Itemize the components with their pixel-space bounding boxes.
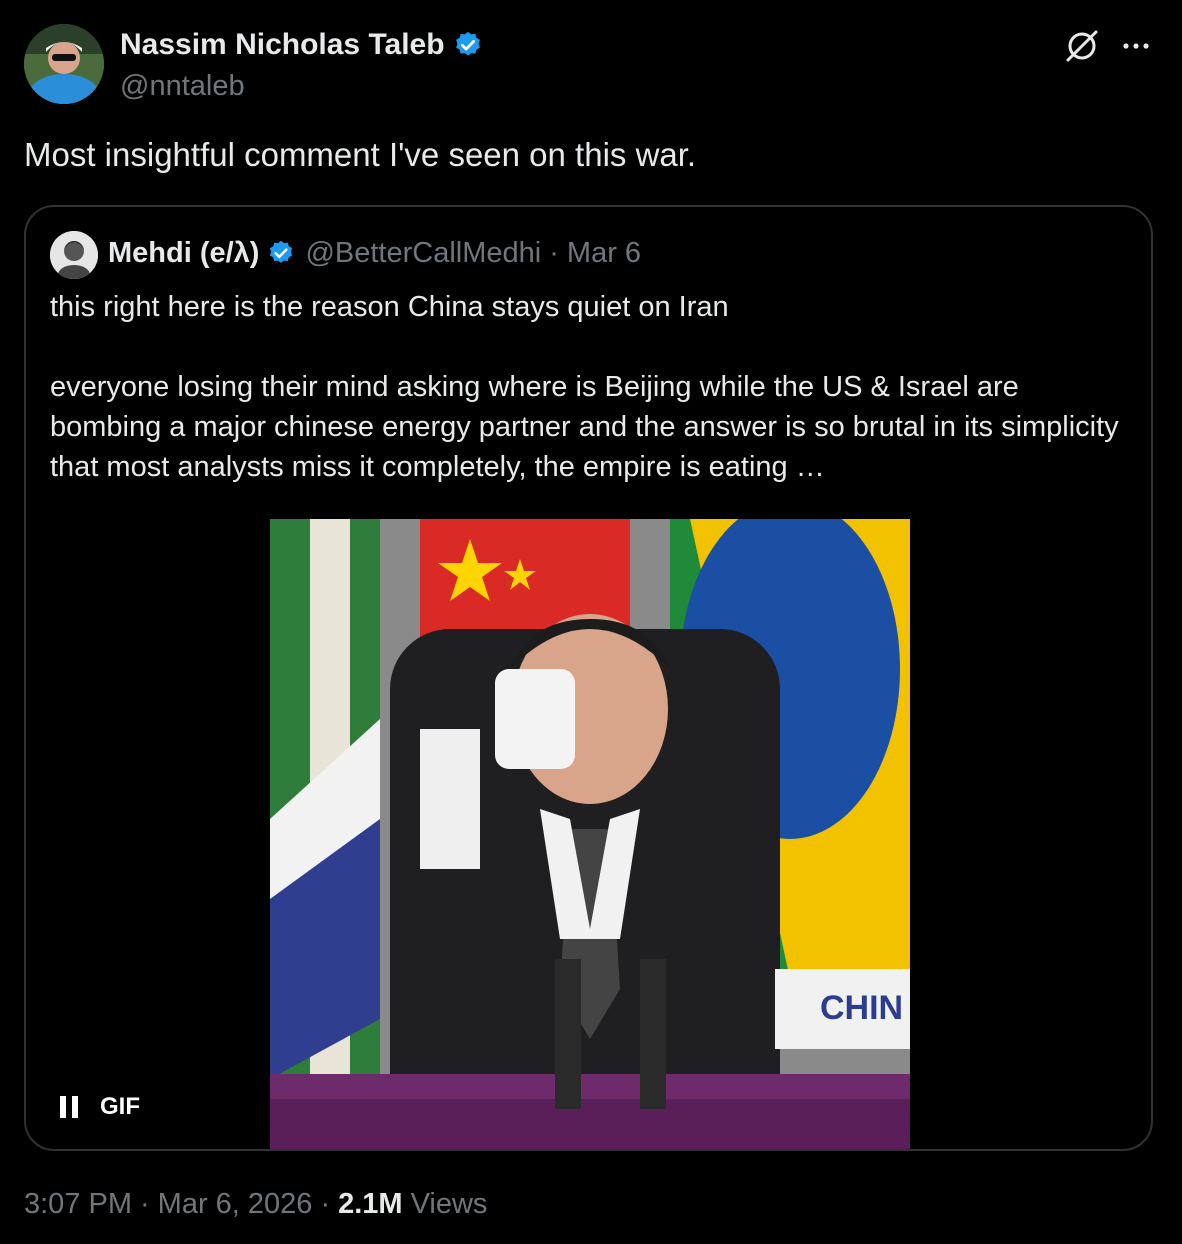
tweet-date[interactable]: Mar 6, 2026	[158, 1188, 313, 1221]
quoted-author-handle[interactable]: @BetterCallMedhi	[305, 237, 541, 270]
gif-label: GIF	[100, 1093, 140, 1120]
quoted-author-name[interactable]: Mehdi (e/λ)	[108, 237, 259, 270]
gif-media[interactable]: CHIN	[270, 519, 910, 1149]
separator-dot: ·	[549, 237, 559, 269]
author-avatar[interactable]	[24, 24, 104, 104]
tweet-time[interactable]: 3:07 PM	[24, 1188, 132, 1221]
separator-dot: ·	[140, 1188, 150, 1220]
author-handle[interactable]: @nntaleb	[120, 70, 245, 103]
views-label: Views	[410, 1188, 488, 1220]
media-overlay-text: CHIN	[820, 989, 903, 1027]
pause-icon[interactable]	[60, 1096, 78, 1118]
separator-dot: ·	[320, 1188, 331, 1220]
verified-badge-icon	[453, 30, 483, 60]
quoted-text: this right here is the reason China stay…	[50, 287, 1130, 487]
quoted-author-avatar[interactable]	[50, 231, 98, 279]
tweet-text: Most insightful comment I've seen on thi…	[24, 136, 697, 173]
verified-badge-icon	[267, 239, 297, 269]
quoted-tweet-card[interactable]: Mehdi (e/λ) @BetterCallMedhi · Mar 6 thi…	[24, 205, 1153, 1151]
quoted-text-line: everyone losing their mind asking where …	[50, 371, 1119, 483]
tweet-meta: 3:07 PM · Mar 6, 2026 · 2.1M Views	[24, 1188, 487, 1221]
views-count[interactable]: 2.1M	[338, 1188, 402, 1221]
more-icon[interactable]	[1118, 28, 1154, 64]
grok-icon[interactable]	[1062, 26, 1102, 66]
quoted-text-line: this right here is the reason China stay…	[50, 291, 729, 323]
quoted-date[interactable]: Mar 6	[567, 237, 641, 270]
author-name[interactable]: Nassim Nicholas Taleb	[120, 28, 445, 62]
